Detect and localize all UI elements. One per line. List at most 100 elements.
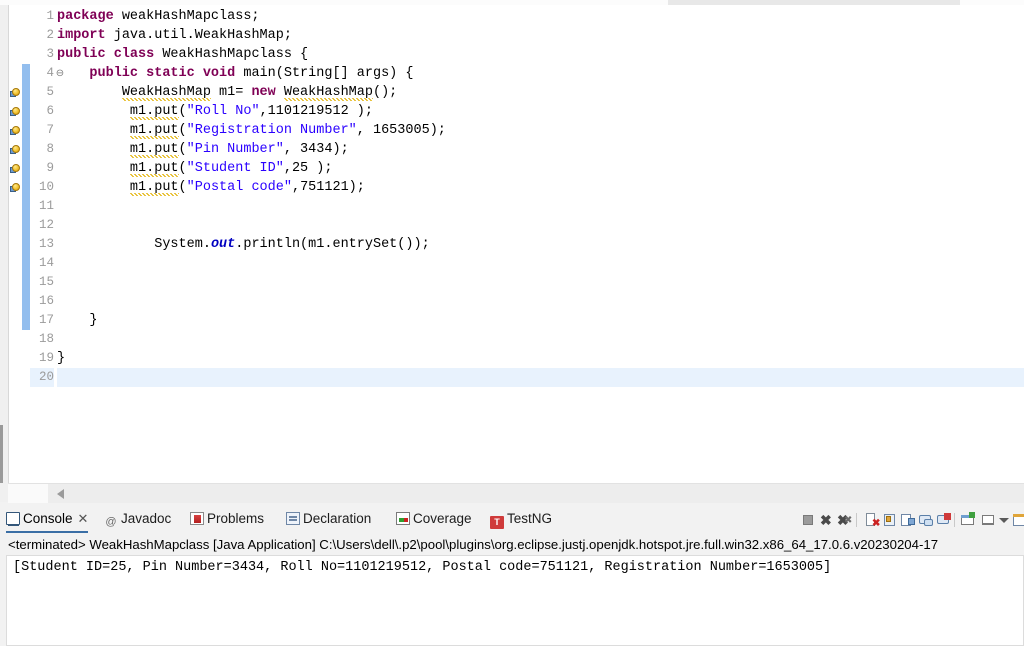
scroll-lock-icon[interactable] xyxy=(882,512,898,528)
code-line[interactable]: public static void main(String[] args) { xyxy=(57,64,1024,83)
marker-bulb-icon xyxy=(12,183,20,191)
code-token: ,751121); xyxy=(291,180,365,195)
code-token: "Pin Number" xyxy=(186,142,284,157)
code-token: ( xyxy=(178,142,187,157)
code-token: ,1101219512 ); xyxy=(259,104,373,119)
code-line[interactable]: m1.put("Postal code",751121); xyxy=(57,178,1024,197)
view-menu-icon[interactable] xyxy=(996,512,1012,528)
code-line[interactable]: package weakHashMapclass; xyxy=(57,7,1024,26)
quick-diff-marker xyxy=(22,140,30,159)
marker-bulb-icon xyxy=(12,164,20,172)
source-code[interactable]: package weakHashMapclass; import java.uti… xyxy=(57,5,1024,483)
code-token: ( xyxy=(178,161,187,176)
view-sash-handle[interactable] xyxy=(0,425,3,483)
line-number: 17 xyxy=(38,313,54,327)
code-line[interactable]: m1.put("Roll No",1101219512 ); xyxy=(57,102,1024,121)
toolbar-separator xyxy=(954,513,955,527)
code-line[interactable]: public class WeakHashMapclass { xyxy=(57,45,1024,64)
code-line[interactable]: import java.util.WeakHashMap; xyxy=(57,26,1024,45)
code-line[interactable]: } xyxy=(57,311,1024,330)
line-number: 6 xyxy=(46,104,54,118)
code-line[interactable]: WeakHashMap m1= new WeakHashMap(); xyxy=(57,83,1024,102)
code-line[interactable]: m1.put("Student ID",25 ); xyxy=(57,159,1024,178)
code-token: System. xyxy=(57,237,211,252)
code-line[interactable] xyxy=(57,330,1024,349)
remove-all-launches-icon[interactable]: ✖ ✖ xyxy=(836,512,852,528)
line-number: 7 xyxy=(46,123,54,137)
quick-diff-marker xyxy=(22,292,30,311)
console-output-text: [Student ID=25, Pin Number=3434, Roll No… xyxy=(13,560,832,575)
marker-bulb-icon xyxy=(12,88,20,96)
line-number: 5 xyxy=(46,85,54,99)
code-token: ( xyxy=(178,123,187,138)
quick-diff-marker xyxy=(22,102,30,121)
code-line[interactable] xyxy=(57,292,1024,311)
marker-bar[interactable] xyxy=(9,5,22,483)
code-token: import xyxy=(57,28,114,43)
warning-marker-icon[interactable] xyxy=(10,124,22,137)
code-token: (); xyxy=(372,85,398,100)
line-number-ruler: 1 2 3 4 5 6 7 8 9 10 11 12 13 14 15 16 17 18 19 20 xyxy=(30,5,54,483)
line-number: 1 xyxy=(46,9,54,23)
console-toolbar: ✖ ✖ ✖ ✖ xyxy=(0,512,1024,529)
display-selected-console-icon[interactable] xyxy=(918,512,934,528)
clear-console-icon[interactable]: ✖ xyxy=(864,512,880,529)
quick-diff-bar xyxy=(22,5,30,483)
line-number: 18 xyxy=(38,332,54,346)
marker-bulb-icon xyxy=(12,145,20,153)
code-line[interactable] xyxy=(57,197,1024,216)
code-line[interactable] xyxy=(57,273,1024,292)
terminate-icon[interactable] xyxy=(800,512,816,528)
code-token: } xyxy=(57,313,98,328)
marker-bulb-icon xyxy=(12,107,20,115)
scrollbar-track[interactable] xyxy=(48,484,1024,503)
warning-marker-icon[interactable] xyxy=(10,162,22,175)
java-editor: 1 2 3 4 5 6 7 8 9 10 11 12 13 14 15 16 17 18 19 20 package … xyxy=(0,5,1024,503)
maximize-icon[interactable] xyxy=(1012,512,1024,528)
line-number: 10 xyxy=(38,180,54,194)
code-token: m1.put xyxy=(129,123,179,139)
code-line[interactable]: System.out.println(m1.entrySet()); xyxy=(57,235,1024,254)
quick-diff-marker xyxy=(22,121,30,140)
line-number: 20 xyxy=(38,370,54,384)
line-number: 8 xyxy=(46,142,54,156)
quick-diff-marker xyxy=(22,64,30,83)
quick-diff-marker xyxy=(22,197,30,216)
code-line[interactable] xyxy=(57,254,1024,273)
code-line[interactable] xyxy=(57,216,1024,235)
code-line[interactable]: } xyxy=(57,349,1024,368)
line-number: 14 xyxy=(38,256,54,270)
minimize-icon[interactable] xyxy=(980,512,996,528)
open-console-icon[interactable] xyxy=(936,512,952,528)
quick-diff-marker xyxy=(22,159,30,178)
line-number: 11 xyxy=(38,199,54,213)
marker-bulb-icon xyxy=(12,126,20,134)
scrollbar-corner xyxy=(8,484,48,503)
scroll-left-arrow-icon[interactable] xyxy=(57,489,64,499)
code-token: "Student ID" xyxy=(186,161,284,176)
editor-text-area[interactable]: 1 2 3 4 5 6 7 8 9 10 11 12 13 14 15 16 17 18 19 20 package … xyxy=(8,5,1024,483)
warning-marker-icon[interactable] xyxy=(10,86,22,99)
code-line[interactable]: m1.put("Pin Number", 3434); xyxy=(57,140,1024,159)
code-token: public class xyxy=(57,47,163,62)
pin-console-icon[interactable] xyxy=(900,512,916,528)
code-token: java.util.WeakHashMap; xyxy=(113,28,292,43)
code-token: } xyxy=(57,351,66,366)
warning-marker-icon[interactable] xyxy=(10,181,22,194)
line-number: 16 xyxy=(38,294,54,308)
toolbar-separator xyxy=(856,513,857,527)
warning-marker-icon[interactable] xyxy=(10,143,22,156)
code-token: package xyxy=(57,9,122,24)
code-fold-toggle-icon[interactable]: ⊖ xyxy=(55,64,65,83)
warning-marker-icon[interactable] xyxy=(10,105,22,118)
code-token: "Roll No" xyxy=(186,104,260,119)
remove-launch-icon[interactable]: ✖ xyxy=(818,512,834,528)
editor-horizontal-scrollbar[interactable] xyxy=(8,483,1024,503)
code-line[interactable] xyxy=(57,368,1024,387)
new-console-view-icon[interactable] xyxy=(960,512,976,528)
code-line[interactable]: m1.put("Registration Number", 1653005); xyxy=(57,121,1024,140)
console-output-area[interactable]: [Student ID=25, Pin Number=3434, Roll No… xyxy=(6,555,1024,646)
